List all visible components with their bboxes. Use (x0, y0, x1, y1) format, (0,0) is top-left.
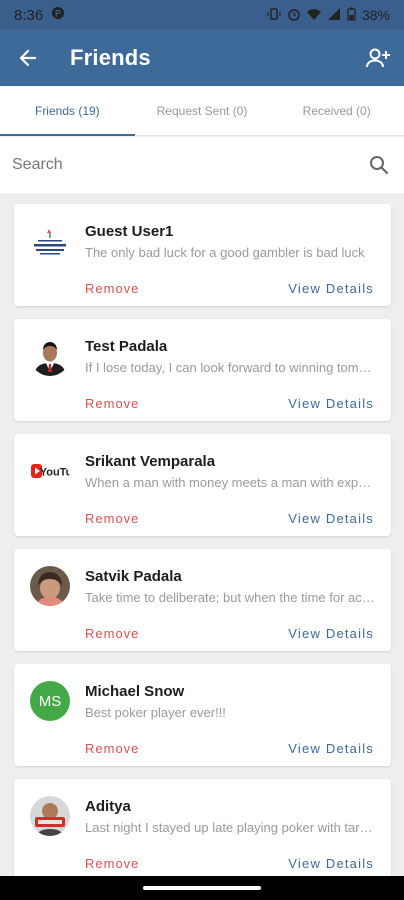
vibrate-icon (267, 7, 281, 24)
battery-level: 38% (361, 7, 390, 23)
p-icon: P (51, 6, 65, 24)
friend-status: When a man with money meets a man with e… (85, 475, 375, 490)
search-icon[interactable] (366, 152, 392, 178)
remove-button[interactable]: Remove (85, 281, 139, 296)
page-title: Friends (70, 45, 151, 70)
friend-name: Satvik Padala (85, 568, 182, 585)
friend-status: Take time to deliberate; but when the ti… (85, 590, 375, 605)
home-gesture-pill[interactable] (143, 886, 261, 890)
friend-card: YouTu Srikant Vemparala When a man with … (14, 434, 391, 536)
tab-received[interactable]: Received (0) (269, 86, 404, 135)
view-details-button[interactable]: View Details (288, 856, 374, 871)
status-bar: 8:36 P 38% (0, 0, 404, 30)
alarm-icon (287, 7, 301, 24)
friend-card: Aditya Last night I stayed up late playi… (14, 779, 391, 881)
app-bar: Friends (0, 30, 404, 86)
avatar-initials: MS (30, 681, 70, 721)
friend-name: Guest User1 (85, 223, 174, 240)
view-details-button[interactable]: View Details (288, 511, 374, 526)
svg-text:P: P (55, 9, 61, 19)
friend-card: Guest User1 The only bad luck for a good… (14, 204, 391, 306)
friend-name: Michael Snow (85, 683, 185, 700)
friend-name: Test Padala (85, 338, 168, 355)
friend-name: Aditya (85, 798, 131, 815)
friend-status: Best poker player ever!!! (85, 705, 226, 720)
search-bar (0, 137, 404, 193)
friends-list: Guest User1 The only bad luck for a good… (14, 204, 391, 894)
remove-button[interactable]: Remove (85, 396, 139, 411)
friend-status: The only bad luck for a good gambler is … (85, 245, 365, 260)
search-input[interactable] (12, 156, 366, 174)
friend-status: If I lose today, I can look forward to w… (85, 360, 375, 375)
friend-name: Srikant Vemparala (85, 453, 216, 470)
add-person-icon (366, 48, 390, 68)
status-time: 8:36 (14, 6, 44, 24)
view-details-button[interactable]: View Details (288, 281, 374, 296)
tab-friends[interactable]: Friends (19) (0, 86, 135, 136)
friend-status: Last night I stayed up late playing poke… (85, 820, 375, 835)
system-nav-bar (0, 876, 404, 900)
battery-icon (347, 7, 356, 24)
signal-icon (327, 7, 341, 24)
view-details-button[interactable]: View Details (288, 741, 374, 756)
remove-button[interactable]: Remove (85, 511, 139, 526)
tab-bar: Friends (19) Request Sent (0) Received (… (0, 86, 404, 136)
avatar (30, 336, 70, 376)
remove-button[interactable]: Remove (85, 626, 139, 641)
remove-button[interactable]: Remove (85, 856, 139, 871)
avatar: YouTu (30, 451, 70, 491)
back-button[interactable] (0, 30, 56, 86)
friend-card: Test Padala If I lose today, I can look … (14, 319, 391, 421)
wifi-icon (306, 7, 321, 24)
view-details-button[interactable]: View Details (288, 396, 374, 411)
avatar (30, 221, 70, 261)
avatar (30, 796, 70, 836)
friend-card: MS Michael Snow Best poker player ever!!… (14, 664, 391, 766)
avatar (30, 566, 70, 606)
view-details-button[interactable]: View Details (288, 626, 374, 641)
svg-text:YouTu: YouTu (40, 467, 70, 479)
friend-card: Satvik Padala Take time to deliberate; b… (14, 549, 391, 651)
arrow-left-icon (19, 49, 37, 67)
remove-button[interactable]: Remove (85, 741, 139, 756)
tab-request-sent[interactable]: Request Sent (0) (135, 86, 270, 135)
add-friend-button[interactable] (352, 30, 404, 86)
